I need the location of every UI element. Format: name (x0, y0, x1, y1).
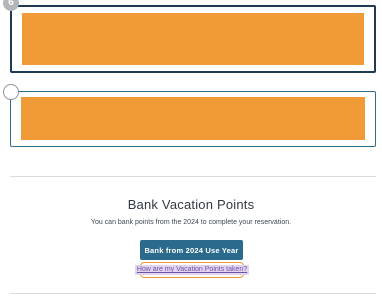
bank-points-button[interactable]: Bank from 2024 Use Year (140, 240, 243, 260)
option-card-selected[interactable] (10, 5, 376, 73)
reservation-points-panel: 6 Bank Vacation Points You can bank poin… (0, 0, 382, 300)
option-card-unselected[interactable] (10, 91, 376, 147)
option-card-content (22, 13, 364, 65)
option-card-content (21, 97, 365, 140)
help-link-focus-ring: How are my Vacation Points taken? (134, 262, 250, 278)
section-divider (10, 176, 376, 177)
bank-section-title: Bank Vacation Points (127, 197, 255, 212)
option-radio-button[interactable] (3, 84, 19, 100)
vacation-points-help-link[interactable]: How are my Vacation Points taken? (134, 265, 250, 275)
section-divider (10, 293, 376, 294)
bank-section-description: You can bank points from the 2024 to com… (90, 219, 292, 226)
